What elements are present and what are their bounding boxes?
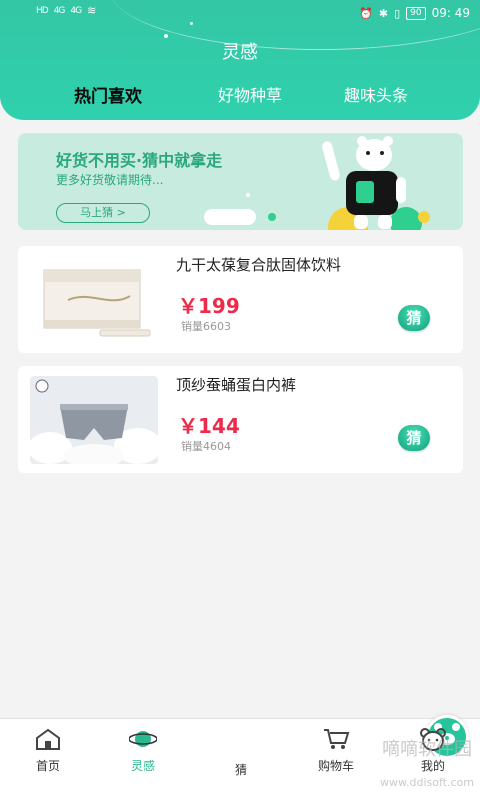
guess-button[interactable]: 猜 xyxy=(398,305,430,331)
page-title: 灵感 xyxy=(222,42,258,63)
hd-indicator: HD xyxy=(36,5,49,16)
product-card[interactable]: 顶纱蚕蛹蛋白内裤 ￥144 销量4604 猜 xyxy=(18,366,463,473)
tab-fun-headlines[interactable]: 趣味头条 xyxy=(344,82,408,106)
promo-banner[interactable]: 好货不用买·猜中就拿走 更多好货敬请期待... 马上猜 > xyxy=(18,133,463,230)
nav-cart[interactable]: 购物车 xyxy=(301,719,371,774)
vibrate-icon: ▯ xyxy=(394,6,401,20)
dot-decoration xyxy=(268,213,276,221)
watermark-text: 嘀嘀软件园 xyxy=(382,739,472,760)
bluetooth-icon: ✱ xyxy=(378,6,389,20)
nav-guess[interactable]: 猜 xyxy=(206,715,469,778)
home-icon xyxy=(36,728,60,750)
product-sales: 销量4604 xyxy=(181,440,231,453)
product-price: ￥144 xyxy=(178,414,240,438)
product-name: 顶纱蚕蛹蛋白内裤 xyxy=(176,376,297,394)
nav-home-label: 首页 xyxy=(35,759,60,773)
nav-inspiration[interactable]: 灵感 xyxy=(108,719,178,774)
watermark-url: www.ddisoft.com xyxy=(380,776,474,789)
clock: 09: 49 xyxy=(431,6,470,20)
product-name: 九干太葆复合肽固体饮料 xyxy=(176,256,342,274)
header: HD 4G 4G ≋ ⏰ ✱ ▯ 90 09: 49 灵感 热门喜欢 好物种草 … xyxy=(0,0,480,120)
cart-icon xyxy=(324,729,350,749)
product-sales: 销量6603 xyxy=(181,320,231,333)
dot-decoration xyxy=(246,193,250,197)
banner-subtext: 更多好货敬请期待... xyxy=(56,173,164,187)
underwear-image xyxy=(30,376,158,464)
nav-cart-label: 购物车 xyxy=(317,759,354,773)
signal-4g-1: 4G xyxy=(53,5,66,16)
status-bar: HD 4G 4G ≋ ⏰ ✱ ▯ 90 09: 49 xyxy=(0,4,480,24)
nav-guess-label: 猜 xyxy=(234,763,247,777)
product-card[interactable]: 九干太葆复合肽固体饮料 ￥199 销量6603 猜 xyxy=(18,246,463,353)
bear-mascot-illustration xyxy=(322,136,430,230)
supplement-box-image xyxy=(30,256,158,344)
battery-icon: 90 xyxy=(406,6,426,20)
product-price: ￥199 xyxy=(178,294,240,318)
banner-headline: 好货不用买·猜中就拿走 xyxy=(56,151,223,170)
alarm-icon: ⏰ xyxy=(359,6,373,20)
category-tabs: 热门喜欢 好物种草 趣味头条 xyxy=(0,82,480,110)
guess-now-button[interactable]: 马上猜 > xyxy=(56,203,150,223)
wifi-icon: ≋ xyxy=(87,4,97,17)
cloud-decoration xyxy=(204,209,256,225)
tab-good-items[interactable]: 好物种草 xyxy=(218,82,282,106)
nav-home[interactable]: 首页 xyxy=(13,719,83,774)
product-image xyxy=(30,376,158,464)
signal-4g-2: 4G xyxy=(70,5,82,16)
product-image xyxy=(30,256,158,344)
planet-icon xyxy=(129,731,157,747)
tab-hot-likes[interactable]: 热门喜欢 xyxy=(74,82,142,107)
nav-inspiration-label: 灵感 xyxy=(130,759,155,773)
guess-button[interactable]: 猜 xyxy=(398,425,430,451)
